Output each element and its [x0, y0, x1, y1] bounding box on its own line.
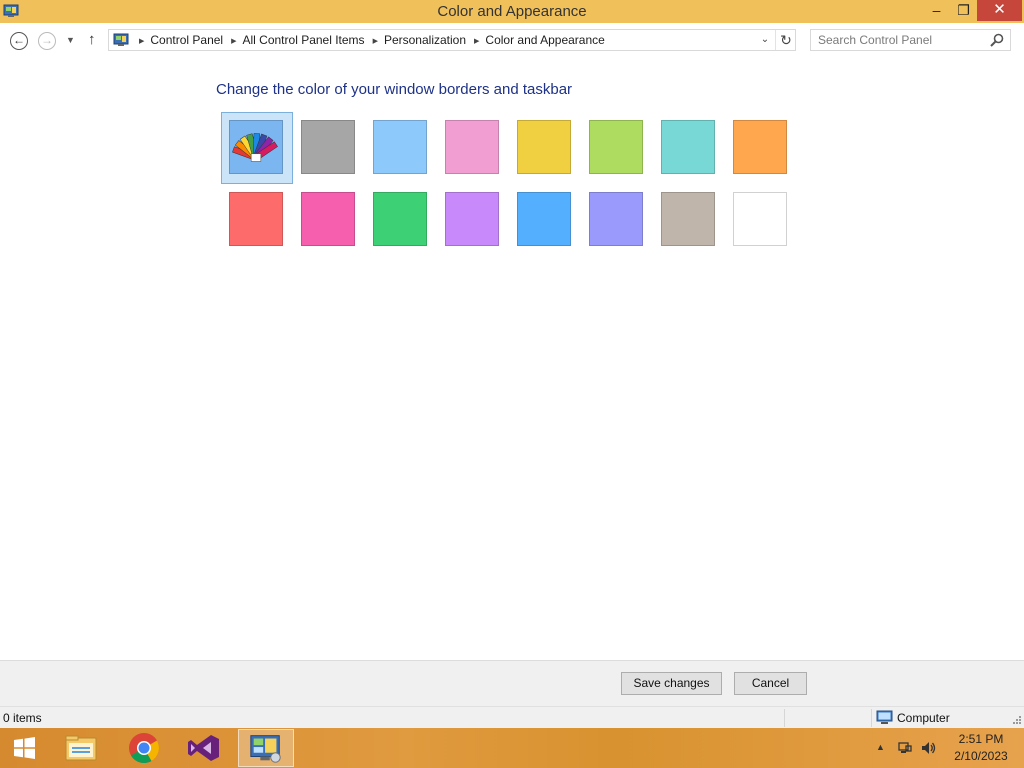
save-changes-button[interactable]: Save changes	[621, 672, 722, 695]
breadcrumb-separator-icon[interactable]: ▶	[231, 32, 236, 52]
status-divider	[784, 709, 785, 727]
item-count: 0 items	[3, 711, 42, 725]
address-bar[interactable]: ▶ Control Panel ▶ All Control Panel Items ▶ P…	[108, 29, 796, 51]
color-swatch-white[interactable]	[733, 192, 787, 246]
resize-grip-icon[interactable]	[1012, 715, 1022, 725]
color-swatch-violet[interactable]	[445, 192, 499, 246]
color-palette-icon	[232, 133, 278, 162]
color-swatch-orange[interactable]	[733, 120, 787, 174]
breadcrumb-separator-icon[interactable]: ▶	[474, 32, 479, 52]
color-swatch-periwinkle[interactable]	[589, 192, 643, 246]
start-icon[interactable]	[4, 729, 44, 767]
breadcrumb-control-panel[interactable]: Control Panel	[150, 33, 223, 47]
breadcrumb-all-items[interactable]: All Control Panel Items	[243, 33, 365, 47]
breadcrumb-personalization[interactable]: Personalization	[384, 33, 466, 47]
breadcrumb-separator-icon[interactable]: ▶	[139, 32, 144, 52]
color-swatch-blue[interactable]	[517, 192, 571, 246]
minimize-button[interactable]: –	[923, 0, 950, 21]
color-swatch-magenta[interactable]	[301, 192, 355, 246]
up-button[interactable]: ↑	[88, 31, 96, 48]
page-heading: Change the color of your window borders …	[216, 81, 573, 98]
clock-date[interactable]: 2/10/2023	[940, 749, 1022, 763]
search-placeholder: Search Control Panel	[818, 33, 933, 47]
color-swatch-yellow[interactable]	[517, 120, 571, 174]
search-icon[interactable]	[989, 32, 1005, 48]
search-input[interactable]: Search Control Panel	[810, 29, 1011, 51]
network-icon[interactable]	[897, 740, 913, 756]
address-dropdown-button[interactable]: ⌄	[757, 30, 773, 50]
color-swatch-green[interactable]	[373, 192, 427, 246]
status-bar: 0 items Computer	[0, 706, 1024, 729]
color-swatch-grid	[229, 120, 789, 248]
back-button[interactable]: ←	[10, 32, 28, 50]
volume-icon[interactable]	[920, 740, 936, 756]
color-swatch-gray[interactable]	[301, 120, 355, 174]
maximize-button[interactable]: ❐	[950, 0, 977, 21]
control-panel-icon	[113, 33, 129, 46]
color-swatch-automatic[interactable]	[229, 120, 283, 174]
recent-locations-button[interactable]: ▼	[66, 35, 75, 45]
refresh-button[interactable]: ↻	[775, 30, 796, 50]
file-explorer-icon[interactable]	[58, 729, 104, 767]
clock-time[interactable]: 2:51 PM	[940, 732, 1022, 746]
color-swatch-lime[interactable]	[589, 120, 643, 174]
control-panel-icon[interactable]	[238, 729, 294, 767]
forward-button[interactable]: →	[38, 32, 56, 50]
color-swatch-taupe[interactable]	[661, 192, 715, 246]
status-divider	[871, 709, 872, 727]
show-hidden-icons-button[interactable]: ▲	[876, 742, 885, 752]
close-button[interactable]: ✕	[977, 0, 1022, 21]
dialog-button-area: Save changes Cancel	[0, 660, 1024, 706]
color-swatch-pink[interactable]	[445, 120, 499, 174]
status-location: Computer	[897, 711, 950, 725]
cancel-button[interactable]: Cancel	[734, 672, 807, 695]
taskbar: ▲ 2:51 PM 2/10/2023	[0, 728, 1024, 768]
window-title: Color and Appearance	[437, 3, 587, 20]
chrome-icon[interactable]	[121, 729, 167, 767]
computer-icon	[876, 710, 893, 724]
color-swatch-light-blue[interactable]	[373, 120, 427, 174]
breadcrumb-color-and-appearance[interactable]: Color and Appearance	[485, 33, 604, 47]
color-swatch-red[interactable]	[229, 192, 283, 246]
color-swatch-teal[interactable]	[661, 120, 715, 174]
navigation-bar: ← → ▼ ↑ ▶ Control Panel ▶ All Control Panel…	[0, 23, 1024, 60]
breadcrumb: ▶ Control Panel ▶ All Control Panel Items ▶ P…	[131, 30, 605, 50]
breadcrumb-separator-icon[interactable]: ▶	[373, 32, 378, 52]
title-bar[interactable]: Color and Appearance – ❐ ✕	[0, 0, 1024, 23]
visual-studio-icon[interactable]	[181, 729, 227, 767]
